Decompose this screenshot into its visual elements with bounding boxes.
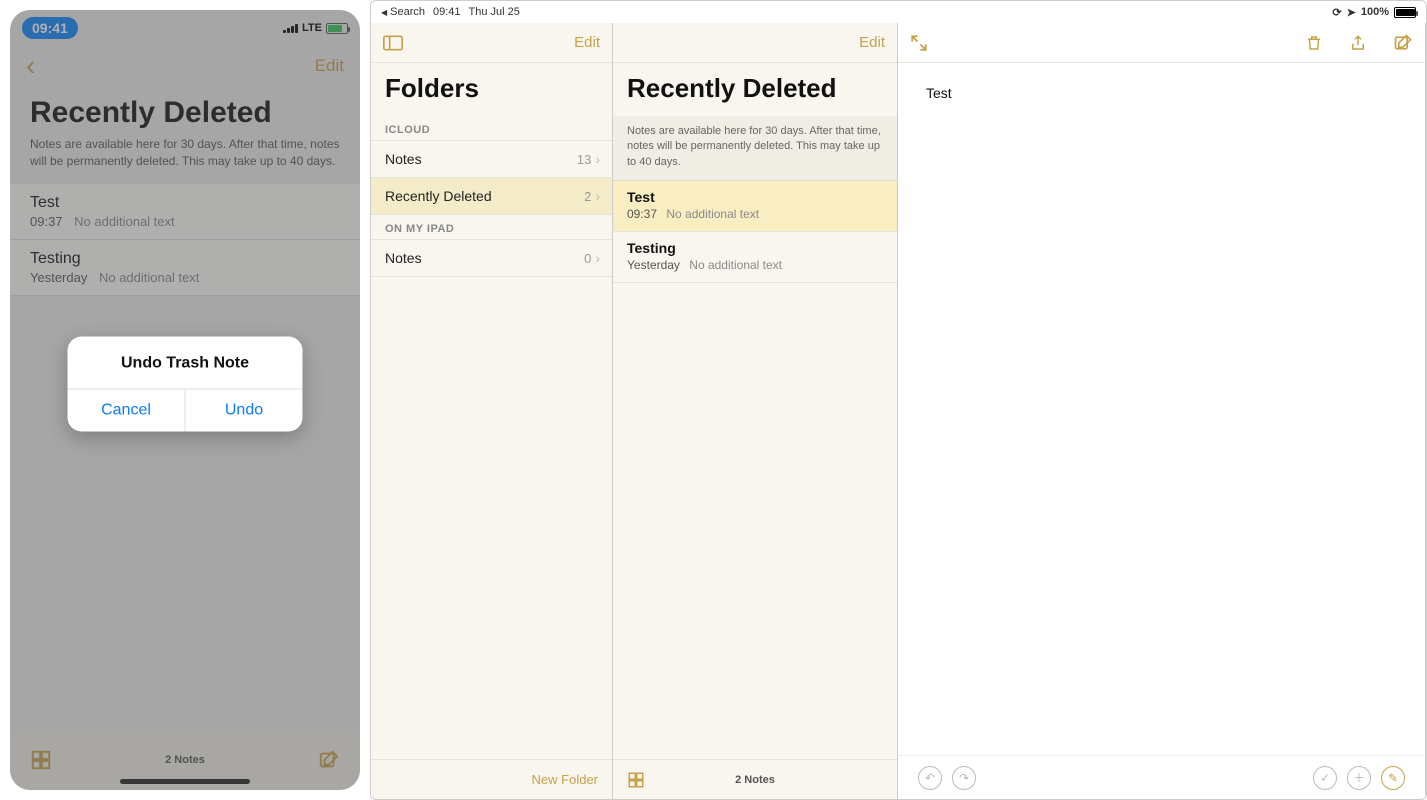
iphone-subtitle: Notes are available here for 30 days. Af…	[10, 130, 360, 184]
share-icon[interactable]	[1349, 33, 1367, 53]
editor-footer: ↶ ↷ ✓ ＋ ✎	[898, 755, 1425, 799]
note-title: Testing	[627, 240, 883, 256]
dialog-title: Undo Trash Note	[68, 337, 303, 389]
note-row[interactable]: Testing Yesterday No additional text	[613, 232, 897, 283]
battery-icon	[326, 23, 348, 34]
ipad-time: 09:41	[433, 6, 461, 18]
note-title: Test	[30, 194, 340, 212]
location-icon: ➤	[1347, 6, 1356, 19]
notes-toolbar: Edit	[613, 23, 897, 63]
compose-icon[interactable]	[318, 749, 340, 771]
section-label-onmyipad: ON MY IPAD	[371, 215, 612, 239]
folders-column: Edit Folders ICLOUD Notes 13› Recently D…	[371, 23, 613, 799]
edit-button[interactable]: Edit	[574, 34, 600, 51]
folders-toolbar: Edit	[371, 23, 612, 63]
editor-column: Test ↶ ↷ ✓ ＋ ✎	[898, 23, 1426, 799]
ipad-status-right: ⟳ ➤ 100%	[1332, 6, 1416, 19]
note-title: Test	[627, 189, 883, 205]
chevron-right-icon: ›	[595, 188, 600, 204]
notes-title: Recently Deleted	[613, 63, 897, 116]
undo-dialog: Undo Trash Note Cancel Undo	[68, 337, 303, 432]
new-folder-button[interactable]: New Folder	[532, 772, 598, 787]
edit-button[interactable]: Edit	[859, 34, 885, 51]
add-circle-icon[interactable]: ＋	[1347, 766, 1371, 790]
note-subtitle: Yesterday No additional text	[30, 270, 340, 285]
back-chevron-icon[interactable]: ‹	[26, 50, 35, 82]
note-row[interactable]: Test 09:37 No additional text	[613, 181, 897, 232]
markup-icon[interactable]: ✎	[1381, 766, 1405, 790]
iphone-time-pill[interactable]: 09:41	[22, 17, 78, 39]
folder-row-notes[interactable]: Notes 13›	[371, 140, 612, 178]
ipad-status-bar: Search 09:41 Thu Jul 25 ⟳ ➤ 100%	[371, 1, 1426, 23]
undo-circle-icon[interactable]: ↶	[918, 766, 942, 790]
grid-view-icon[interactable]	[30, 749, 52, 771]
chevron-right-icon: ›	[595, 151, 600, 167]
cancel-button[interactable]: Cancel	[68, 390, 186, 432]
compose-icon[interactable]	[1393, 33, 1413, 53]
iphone-notes-list: Test 09:37 No additional text Testing Ye…	[10, 184, 360, 296]
notes-footer-count: 2 Notes	[735, 774, 775, 786]
sidebar-toggle-icon[interactable]	[383, 35, 403, 51]
note-title: Testing	[30, 250, 340, 268]
battery-pct: 100%	[1361, 6, 1389, 18]
signal-icon	[283, 24, 298, 33]
ipad-date: Thu Jul 25	[469, 6, 520, 18]
editor-content[interactable]: Test	[898, 63, 1425, 123]
chevron-right-icon: ›	[595, 250, 600, 266]
folder-row-recently-deleted[interactable]: Recently Deleted 2›	[371, 178, 612, 215]
expand-icon[interactable]	[910, 34, 928, 52]
list-item[interactable]: Testing Yesterday No additional text	[10, 240, 360, 296]
iphone-nav: ‹ Edit	[10, 46, 360, 82]
ipad-frame: Search 09:41 Thu Jul 25 ⟳ ➤ 100% Edit	[370, 0, 1427, 800]
notes-column: Edit Recently Deleted Notes are availabl…	[613, 23, 898, 799]
trash-icon[interactable]	[1305, 33, 1323, 53]
grid-view-icon[interactable]	[627, 771, 645, 789]
folders-title: Folders	[371, 63, 612, 116]
editor-toolbar	[898, 23, 1425, 63]
iphone-status-right: LTE	[283, 22, 348, 34]
battery-icon	[1394, 7, 1416, 18]
note-subtitle: Yesterday No additional text	[627, 258, 883, 272]
folder-row-local-notes[interactable]: Notes 0›	[371, 239, 612, 277]
carrier-label: LTE	[302, 22, 322, 34]
iphone-frame: 09:41 LTE ‹ Edit Recently Deleted Notes …	[10, 10, 360, 790]
sync-icon: ⟳	[1332, 6, 1341, 19]
note-subtitle: 09:37 No additional text	[627, 207, 883, 221]
note-subtitle: 09:37 No additional text	[30, 214, 340, 229]
home-indicator[interactable]	[120, 779, 250, 784]
checklist-icon[interactable]: ✓	[1313, 766, 1337, 790]
list-item[interactable]: Test 09:37 No additional text	[10, 184, 360, 240]
iphone-status-bar: 09:41 LTE	[10, 10, 360, 46]
back-to-search[interactable]: Search	[381, 6, 425, 18]
redo-circle-icon[interactable]: ↷	[952, 766, 976, 790]
edit-button[interactable]: Edit	[315, 56, 344, 76]
undo-button[interactable]: Undo	[186, 390, 303, 432]
iphone-footer-count: 2 Notes	[165, 754, 205, 766]
folders-footer: New Folder	[371, 759, 612, 799]
notes-subtitle: Notes are available here for 30 days. Af…	[613, 116, 897, 181]
notes-footer: 2 Notes	[613, 759, 897, 799]
iphone-page-title: Recently Deleted	[10, 82, 360, 130]
section-label-icloud: ICLOUD	[371, 116, 612, 140]
